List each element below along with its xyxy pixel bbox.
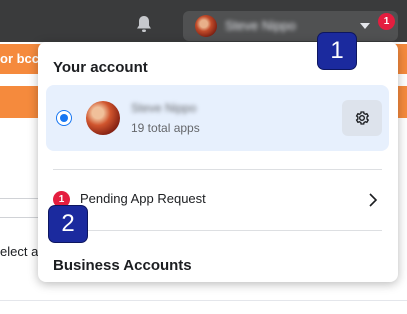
callout-marker-2: 2 <box>49 206 87 242</box>
gear-icon <box>355 111 370 125</box>
callout-marker-1: 1 <box>318 33 356 69</box>
chevron-right-icon <box>369 193 378 207</box>
pending-app-request-item[interactable]: 1 Pending App Request <box>38 180 398 218</box>
your-account-heading: Your account <box>53 59 148 76</box>
pending-app-request-label: Pending App Request <box>80 191 206 206</box>
business-accounts-heading: Business Accounts <box>53 257 192 274</box>
background-input[interactable] <box>0 198 41 218</box>
banner-text: or bcc: <box>0 51 44 66</box>
avatar <box>195 15 217 37</box>
avatar <box>86 101 120 135</box>
caret-down-icon <box>360 23 370 29</box>
account-card-name: Steve Nippo <box>131 101 197 115</box>
bell-icon[interactable] <box>134 14 154 34</box>
account-name: Steve Nippo <box>225 18 296 33</box>
notification-badge: 1 <box>378 13 395 30</box>
background-select-text: elect a <box>0 244 39 259</box>
divider <box>0 300 407 301</box>
account-radio-selected[interactable] <box>56 110 72 126</box>
account-settings-button[interactable] <box>342 100 382 136</box>
account-card-selected[interactable]: Steve Nippo 19 total apps <box>46 85 389 151</box>
account-switcher-button[interactable]: Steve Nippo 1 <box>183 11 398 41</box>
account-dropdown-menu: Your account Steve Nippo 19 total apps 1… <box>38 42 398 282</box>
divider <box>53 169 382 170</box>
divider <box>53 230 382 231</box>
account-app-count: 19 total apps <box>131 121 200 135</box>
